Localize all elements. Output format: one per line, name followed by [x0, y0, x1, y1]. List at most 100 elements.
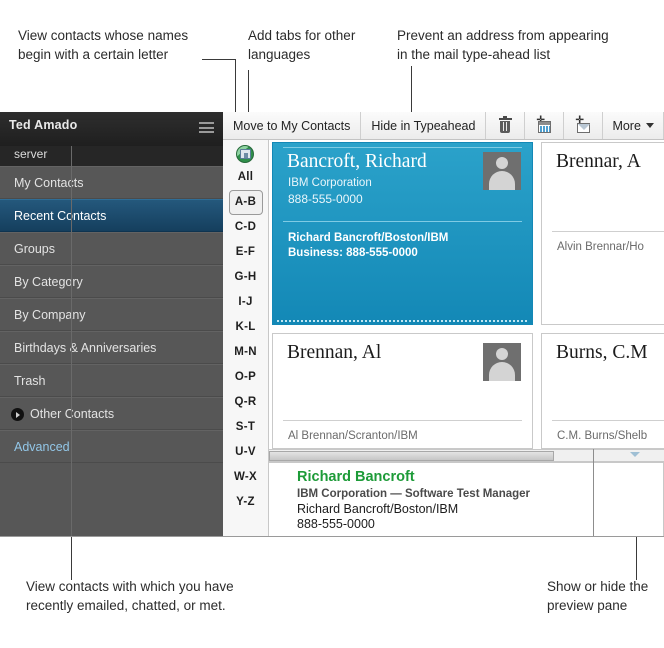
contact-address: C.M. Burns/Shelb: [557, 430, 648, 442]
letter-tab-m-n[interactable]: M-N: [223, 340, 268, 365]
callout-line: Add tabs for other: [248, 28, 356, 43]
chevron-down-icon: [645, 123, 654, 128]
calendar-add-icon: ✛: [536, 115, 552, 134]
sidebar-item-by-company[interactable]: By Company: [0, 298, 223, 331]
delete-button[interactable]: [486, 112, 526, 139]
preview-contact-phone: 888-555-0000: [297, 517, 375, 531]
sidebar-item-label: Recent Contacts: [14, 209, 107, 223]
mail-add-icon: ✛: [575, 115, 591, 134]
trash-icon: [498, 116, 512, 133]
contact-phone: 888-555-0000: [288, 192, 363, 206]
sidebar-item-by-category[interactable]: By Category: [0, 265, 223, 298]
contact-address: Richard Bancroft/Boston/IBM: [288, 232, 449, 244]
more-menu-button[interactable]: More: [603, 112, 664, 139]
callout-line: begin with a certain letter: [18, 47, 169, 62]
preview-contact-name: Richard Bancroft: [297, 469, 415, 485]
chevron-down-icon[interactable]: [630, 452, 640, 457]
sidebar-header: Ted Amado: [0, 112, 223, 146]
letter-index-bar: All A-B C-D E-F G-H I-J K-L M-N O-P Q-R …: [223, 140, 269, 537]
hamburger-menu-icon[interactable]: [199, 122, 214, 133]
callout-line: languages: [248, 47, 311, 62]
letter-tab-k-l[interactable]: K-L: [223, 315, 268, 340]
letter-tab-s-t[interactable]: S-T: [223, 415, 268, 440]
table-row[interactable]: Brennar, A Alvin Brennar/Ho: [541, 142, 664, 325]
letter-tab-all[interactable]: All: [223, 165, 268, 190]
letter-tab-y-z[interactable]: Y-Z: [223, 490, 268, 515]
table-row[interactable]: Burns, C.M C.M. Burns/Shelb: [541, 333, 664, 449]
sidebar-item-label: My Contacts: [14, 176, 84, 190]
contact-name: Brennan, Al: [287, 342, 382, 363]
sidebar-item-birthdays-anniversaries[interactable]: Birthdays & Anniversaries: [0, 331, 223, 364]
sidebar-item-my-contacts[interactable]: My Contacts: [0, 166, 223, 199]
sidebar-item-label: By Company: [14, 308, 86, 322]
sidebar-item-groups[interactable]: Groups: [0, 232, 223, 265]
letter-tab-e-f[interactable]: E-F: [223, 240, 268, 265]
typeahead-callout: Prevent an address from appearing in the…: [397, 26, 647, 64]
sidebar-item-trash[interactable]: Trash: [0, 364, 223, 397]
contact-name: Bancroft, Richard: [287, 151, 427, 172]
sidebar-item-label: Groups: [14, 242, 55, 256]
callout-line: in the mail type-ahead list: [397, 47, 551, 62]
preview-company-role: IBM Corporation — Software Test Manager: [297, 488, 531, 500]
globe-language-icon[interactable]: [235, 144, 256, 164]
sidebar-item-advanced[interactable]: Advanced: [0, 430, 223, 463]
sidebar-inner-divider: [71, 146, 72, 537]
preview-pane-splitter[interactable]: [593, 449, 594, 537]
letter-tab-i-j[interactable]: I-J: [223, 290, 268, 315]
sidebar-item-other-contacts[interactable]: Other Contacts: [0, 397, 223, 430]
letter-tab-q-r[interactable]: Q-R: [223, 390, 268, 415]
expand-triangle-icon[interactable]: [11, 408, 24, 421]
table-row[interactable]: Bancroft, Richard IBM Corporation 888-55…: [272, 142, 533, 325]
callout-leader-line: [411, 66, 412, 114]
divider: [283, 420, 522, 421]
contact-address: Alvin Brennar/Ho: [557, 241, 644, 253]
recent-contacts-callout: View contacts with which you have recent…: [26, 577, 316, 615]
add-to-calendar-button[interactable]: ✛: [525, 112, 565, 139]
callout-line: recently emailed, chatted, or met.: [26, 598, 226, 613]
account-name: Ted Amado: [9, 118, 78, 132]
contact-company: IBM Corporation: [288, 177, 372, 189]
contact-name: Burns, C.M: [556, 342, 648, 363]
button-label: Hide in Typeahead: [371, 118, 476, 133]
preview-pane-callout: Show or hide the preview pane: [547, 577, 664, 615]
sidebar-item-label: Other Contacts: [30, 407, 115, 421]
letter-tab-w-x[interactable]: W-X: [223, 465, 268, 490]
sidebar-item-label: Birthdays & Anniversaries: [14, 341, 157, 355]
letter-tab-u-v[interactable]: U-V: [223, 440, 268, 465]
move-to-my-contacts-button[interactable]: Move to My Contacts: [223, 112, 362, 139]
contact-address: Al Brennan/Scranton/IBM: [288, 430, 418, 442]
language-tabs-callout: Add tabs for other languages: [248, 26, 388, 64]
callout-line: Prevent an address from appearing: [397, 28, 609, 43]
horizontal-scrollbar[interactable]: [269, 449, 664, 462]
letter-tab-o-p[interactable]: O-P: [223, 365, 268, 390]
letter-tab-a-b[interactable]: A-B: [228, 190, 263, 215]
sidebar-item-label: Trash: [14, 374, 46, 388]
avatar: [483, 152, 521, 190]
callout-line: View contacts with which you have: [26, 579, 234, 594]
button-label: More: [612, 118, 641, 133]
window-bottom-edge: [0, 536, 664, 537]
sidebar-item-label: By Category: [14, 275, 83, 289]
new-message-button[interactable]: ✛: [564, 112, 604, 139]
card-bottom-accent: [277, 320, 528, 322]
letter-tab-g-h[interactable]: G-H: [223, 265, 268, 290]
callout-leader-line: [202, 59, 235, 60]
sidebar-item-label: Advanced: [14, 440, 70, 454]
contact-business-phone: Business: 888-555-0000: [288, 247, 418, 259]
callout-line: View contacts whose names: [18, 28, 189, 43]
callout-leader-line: [71, 537, 72, 580]
callout-leader-line: [636, 537, 637, 580]
table-row[interactable]: Brennan, Al Al Brennan/Scranton/IBM: [272, 333, 533, 449]
contacts-application-window: Ted Amado server My Contacts Recent Cont…: [0, 112, 664, 537]
card-top-accent: [283, 147, 522, 148]
preview-pane: Richard Bancroft IBM Corporation — Softw…: [269, 462, 664, 537]
divider: [283, 221, 522, 222]
server-label: server: [0, 146, 223, 166]
button-label: Move to My Contacts: [233, 118, 351, 133]
sidebar-item-recent-contacts[interactable]: Recent Contacts: [0, 199, 223, 232]
contact-name: Brennar, A: [556, 151, 641, 172]
divider: [552, 420, 664, 421]
hide-in-typeahead-button[interactable]: Hide in Typeahead: [361, 112, 487, 139]
letter-tab-c-d[interactable]: C-D: [223, 215, 268, 240]
scrollbar-thumb[interactable]: [269, 451, 554, 461]
